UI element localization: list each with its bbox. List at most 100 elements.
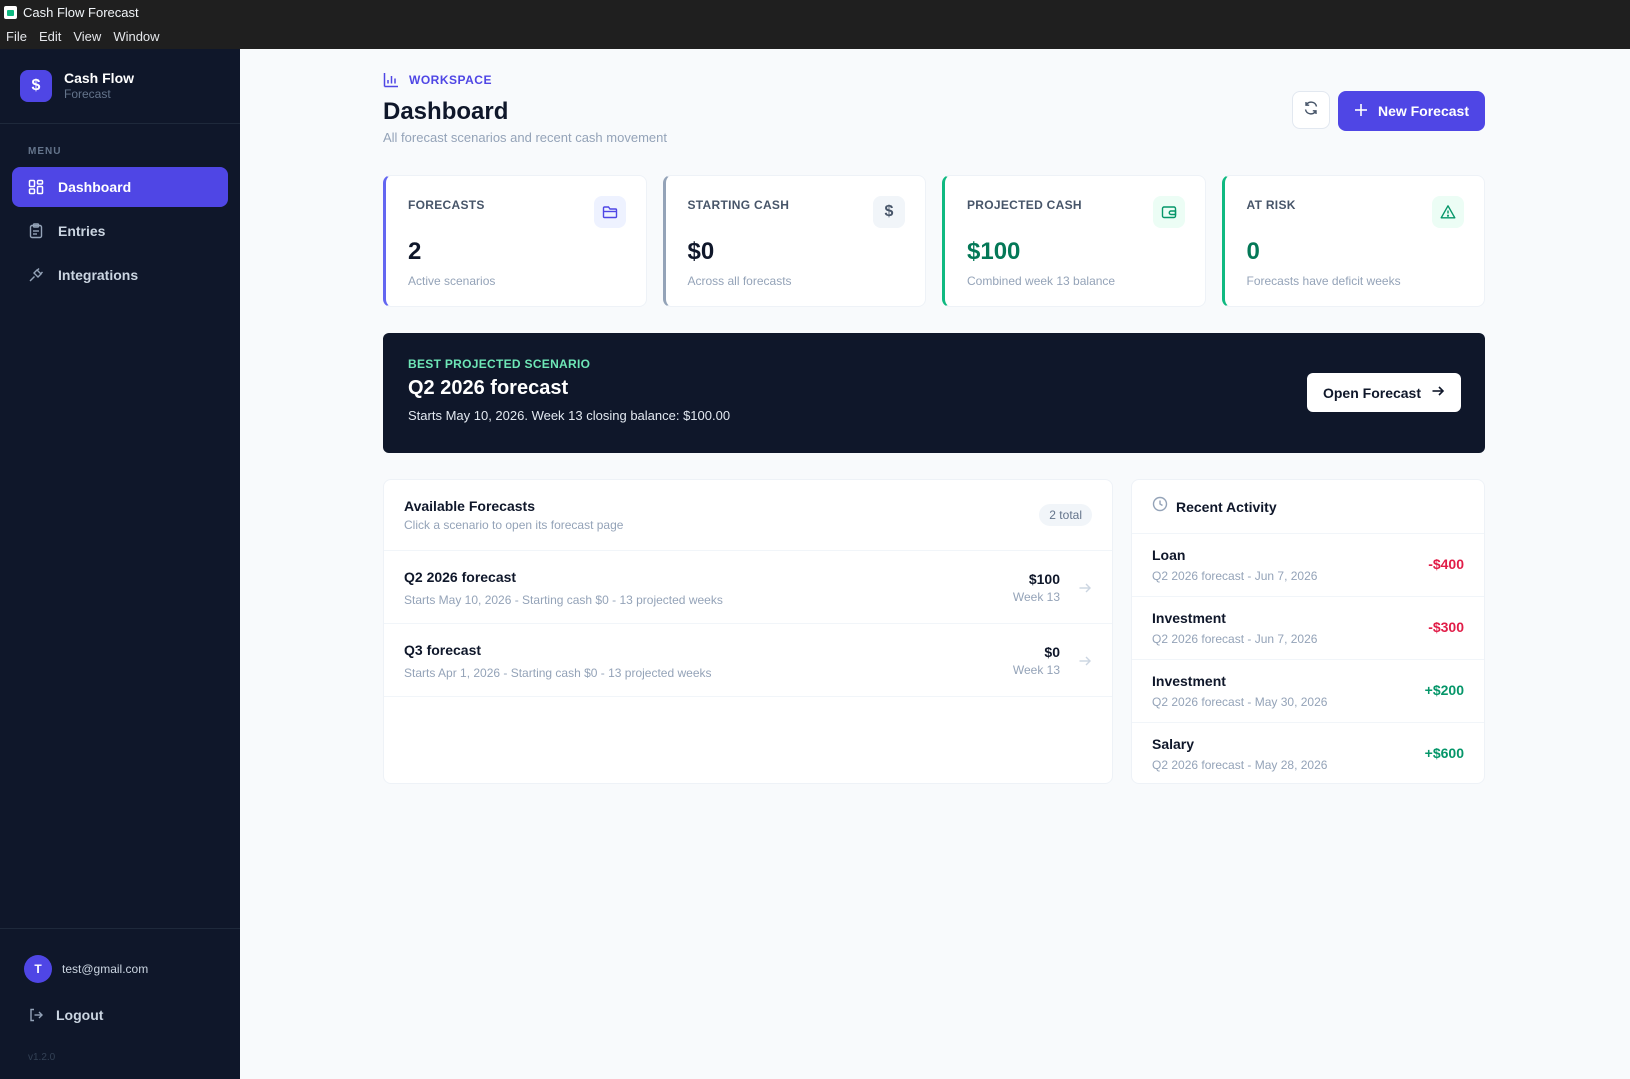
refresh-icon [1303, 100, 1319, 121]
sidebar-item-label: Dashboard [58, 179, 132, 195]
activity-meta: Q2 2026 forecast - Jun 7, 2026 [1152, 632, 1318, 646]
logout-button[interactable]: Logout [0, 983, 240, 1023]
logout-icon [28, 1007, 44, 1023]
activity-meta: Q2 2026 forecast - May 30, 2026 [1152, 695, 1328, 709]
activity-row: Loan Q2 2026 forecast - Jun 7, 2026 -$40… [1132, 534, 1484, 597]
stat-value: 0 [1246, 238, 1260, 265]
activity-meta: Q2 2026 forecast - Jun 7, 2026 [1152, 569, 1318, 583]
page-header: WORKSPACE Dashboard All forecast scenari… [383, 71, 1485, 145]
sidebar-item-label: Entries [58, 223, 106, 239]
brand-subtitle: Forecast [64, 87, 111, 101]
forecast-row[interactable]: Q2 2026 forecast Starts May 10, 2026 - S… [384, 551, 1112, 624]
activity-name: Investment [1152, 673, 1226, 689]
banner-eyebrow: BEST PROJECTED SCENARIO [408, 357, 591, 371]
app-version: v1.2.0 [28, 1052, 56, 1063]
activity-row: Investment Q2 2026 forecast - Jun 7, 202… [1132, 597, 1484, 660]
activity-amount: -$300 [1428, 619, 1464, 635]
clipboard-icon [28, 223, 44, 239]
open-forecast-button[interactable]: Open Forecast [1306, 373, 1461, 412]
stats-row: FORECASTS 2 Active scenarios STARTING CA… [383, 175, 1485, 307]
arrow-right-icon [1078, 654, 1092, 668]
dollar-icon: $ [20, 70, 52, 102]
forecast-week: Week 13 [1012, 590, 1060, 604]
activity-name: Loan [1152, 547, 1186, 563]
stat-card-starting-cash: STARTING CASH $0 Across all forecasts $ [662, 175, 926, 307]
activity-amount: +$600 [1424, 745, 1464, 761]
menu-label: MENU [28, 146, 62, 157]
plus-icon [1354, 103, 1368, 120]
stat-value: 2 [408, 238, 422, 265]
menu-window[interactable]: Window [113, 29, 159, 44]
logout-label: Logout [56, 1007, 104, 1023]
card-header: Available Forecasts Click a scenario to … [384, 480, 1112, 551]
clock-icon [1152, 496, 1168, 517]
forecast-week: Week 13 [1012, 663, 1060, 677]
menu-edit[interactable]: Edit [39, 29, 61, 44]
card-title: Recent Activity [1176, 498, 1277, 515]
arrow-right-icon [1431, 384, 1445, 401]
activity-meta: Q2 2026 forecast - May 28, 2026 [1152, 758, 1328, 772]
forecast-name: Q2 2026 forecast [404, 569, 517, 585]
sidebar-item-label: Integrations [58, 267, 139, 283]
sidebar-item-dashboard[interactable]: Dashboard [12, 167, 228, 207]
available-forecasts-card: Available Forecasts Click a scenario to … [383, 479, 1113, 784]
main-content: WORKSPACE Dashboard All forecast scenari… [240, 49, 1630, 1079]
stat-card-at-risk: AT RISK 0 Forecasts have deficit weeks [1221, 175, 1485, 307]
best-scenario-banner: BEST PROJECTED SCENARIO Q2 2026 forecast… [383, 333, 1485, 453]
count-badge: 2 total [1039, 504, 1092, 526]
plug-icon [28, 267, 44, 283]
header-actions: New Forecast [1291, 91, 1485, 131]
refresh-button[interactable] [1291, 91, 1330, 129]
card-subtitle: Click a scenario to open its forecast pa… [404, 518, 624, 532]
new-forecast-label: New Forecast [1377, 103, 1469, 119]
forecast-meta: Starts Apr 1, 2026 - Starting cash $0 - … [404, 666, 712, 680]
activity-name: Salary [1152, 736, 1195, 752]
forecast-row[interactable]: Q3 forecast Starts Apr 1, 2026 - Startin… [384, 624, 1112, 697]
stat-note: Forecasts have deficit weeks [1246, 274, 1401, 288]
sidebar-footer: T test@gmail.com Logout v1.2.0 [0, 928, 240, 1079]
window-title: Cash Flow Forecast [23, 4, 139, 20]
forecast-name: Q3 forecast [404, 642, 482, 658]
activity-row: Investment Q2 2026 forecast - May 30, 20… [1132, 660, 1484, 723]
workspace-eyebrow: WORKSPACE [383, 71, 1485, 89]
new-forecast-button[interactable]: New Forecast [1337, 91, 1485, 131]
user-profile[interactable]: T test@gmail.com [0, 929, 240, 983]
menu-file[interactable]: File [6, 29, 27, 44]
stat-note: Combined week 13 balance [967, 274, 1116, 288]
eyebrow-label: WORKSPACE [409, 73, 492, 87]
brand: $ Cash Flow Forecast [0, 49, 240, 124]
recent-activity-card: Recent Activity Loan Q2 2026 forecast - … [1131, 479, 1485, 784]
menu-bar: File Edit View Window [0, 24, 1630, 49]
user-email: test@gmail.com [62, 962, 149, 976]
activity-row: Salary Q2 2026 forecast - May 28, 2026 +… [1132, 723, 1484, 786]
open-forecast-label: Open Forecast [1322, 384, 1421, 401]
card-title: Available Forecasts [404, 498, 535, 514]
stat-note: Across all forecasts [687, 274, 792, 288]
card-header: Recent Activity [1132, 480, 1484, 534]
sidebar-item-entries[interactable]: Entries [12, 211, 228, 251]
brand-title: Cash Flow [64, 70, 135, 86]
warning-icon [1432, 196, 1464, 228]
forecast-amount: $100 [1028, 571, 1060, 587]
sidebar-item-integrations[interactable]: Integrations [12, 255, 228, 295]
dollar-icon: $ [873, 196, 905, 228]
activity-amount: -$400 [1428, 556, 1464, 572]
wallet-icon [1152, 196, 1185, 228]
menu-view[interactable]: View [73, 29, 101, 44]
stat-card-projected-cash: PROJECTED CASH $100 Combined week 13 bal… [942, 175, 1206, 307]
stat-card-forecasts: FORECASTS 2 Active scenarios [383, 175, 647, 307]
page-subtitle: All forecast scenarios and recent cash m… [383, 130, 667, 145]
stat-value: $100 [967, 238, 1021, 265]
arrow-right-icon [1078, 581, 1092, 595]
window-titlebar: Cash Flow Forecast [0, 0, 1630, 24]
sidebar: $ Cash Flow Forecast MENU Dashboard Entr… [0, 49, 240, 1079]
avatar: T [24, 955, 52, 983]
forecast-meta: Starts May 10, 2026 - Starting cash $0 -… [404, 593, 723, 607]
forecast-amount: $0 [1044, 644, 1060, 660]
activity-name: Investment [1152, 610, 1226, 626]
app-icon [4, 5, 17, 19]
folder-icon [593, 196, 626, 228]
stat-note: Active scenarios [408, 274, 496, 288]
dashboard-icon [28, 179, 44, 195]
stat-value: $0 [687, 238, 715, 265]
